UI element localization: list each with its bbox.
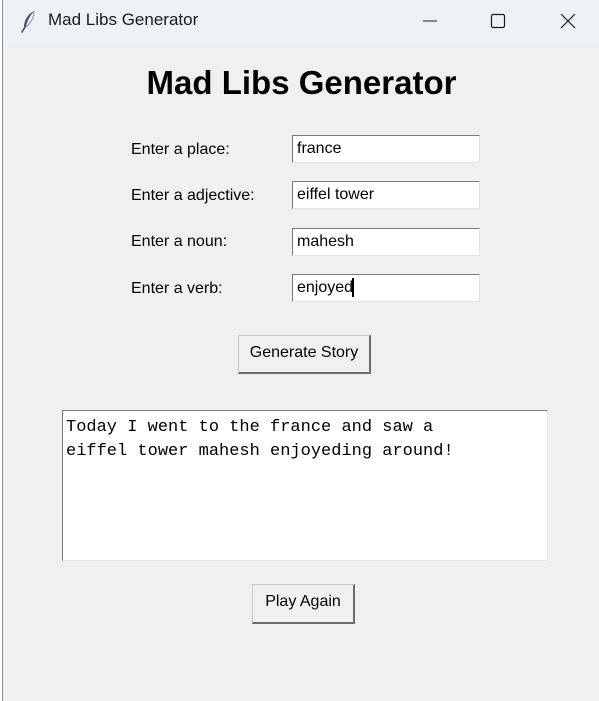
place-input[interactable]: france — [292, 135, 480, 163]
title-bar[interactable]: Mad Libs Generator — [3, 0, 599, 42]
noun-input-value: mahesh — [297, 233, 354, 250]
close-icon — [560, 13, 576, 29]
page-title: Mad Libs Generator — [146, 64, 457, 101]
adjective-input[interactable]: eiffel tower — [292, 181, 480, 209]
maximize-button[interactable] — [475, 0, 521, 42]
noun-label: Enter a noun: — [131, 233, 228, 250]
place-input-value: france — [297, 140, 342, 157]
window-title: Mad Libs Generator — [48, 10, 199, 29]
adjective-label: Enter a adjective: — [131, 187, 255, 204]
story-output[interactable]: Today I went to the france and saw a eif… — [62, 410, 548, 561]
verb-label: Enter a verb: — [131, 280, 223, 297]
minimize-button[interactable] — [407, 0, 453, 42]
verb-input[interactable]: enjoyed — [292, 274, 480, 302]
close-button[interactable] — [545, 0, 591, 42]
place-label: Enter a place: — [131, 141, 230, 158]
play-again-button[interactable]: Play Again — [252, 584, 355, 624]
maximize-icon — [490, 13, 506, 29]
adjective-input-value: eiffel tower — [297, 186, 375, 203]
verb-input-value: enjoyed — [297, 279, 354, 296]
minimize-icon — [423, 20, 437, 22]
feather-icon — [19, 9, 39, 33]
noun-input[interactable]: mahesh — [292, 228, 480, 256]
app-window: Mad Libs Generator Mad Libs Generator En… — [2, 0, 599, 701]
generate-story-button[interactable]: Generate Story — [238, 335, 371, 374]
text-cursor — [352, 278, 355, 297]
